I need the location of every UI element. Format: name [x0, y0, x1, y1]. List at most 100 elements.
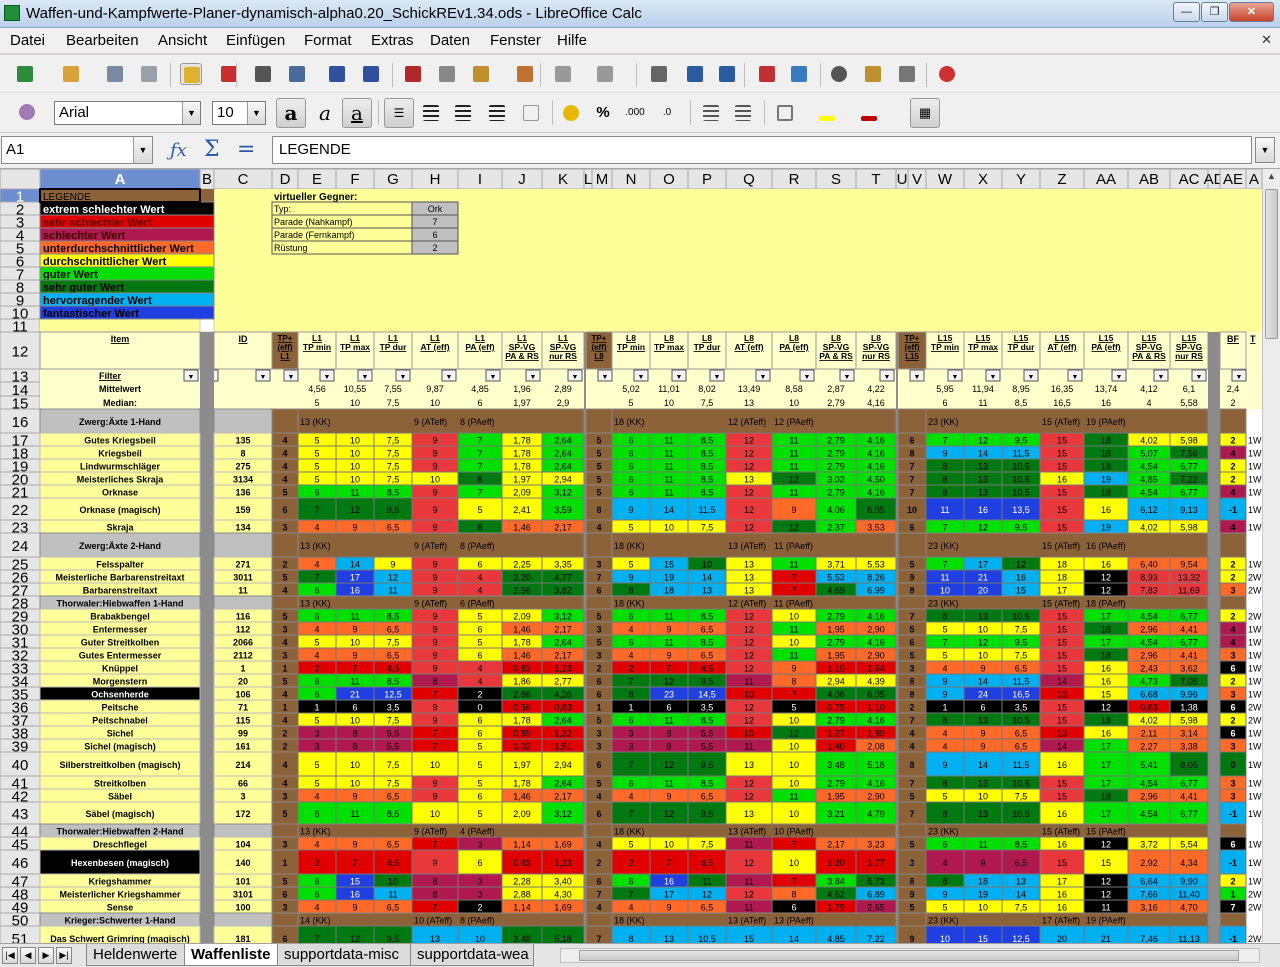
scroll-up-icon[interactable]: ▲: [1265, 171, 1278, 185]
column-header-label[interactable]: F: [350, 171, 359, 188]
insert-chart-icon[interactable]: [756, 63, 778, 85]
column-header-label[interactable]: A: [115, 171, 126, 188]
font-size-box[interactable]: 10 ▼: [212, 101, 266, 125]
item-header[interactable]: Item: [111, 334, 130, 344]
column-header-label[interactable]: Y: [1016, 171, 1026, 188]
copy-icon[interactable]: [436, 63, 458, 85]
formula-input[interactable]: LEGENDE: [272, 136, 1252, 164]
level-header[interactable]: TP max: [968, 342, 998, 352]
tp-eff-header[interactable]: TP+: [592, 334, 607, 343]
level-header[interactable]: TP dur: [380, 342, 407, 352]
scroll-thumb[interactable]: [579, 950, 1239, 961]
font-name-box[interactable]: Arial ▼: [54, 101, 201, 125]
column-header-label[interactable]: R: [789, 171, 800, 188]
underline-button[interactable]: a: [342, 98, 372, 128]
merge-cells-icon[interactable]: [520, 102, 542, 124]
pivot-table-icon[interactable]: [788, 63, 810, 85]
level-header[interactable]: PA (eff): [779, 342, 808, 352]
print-icon[interactable]: [252, 63, 274, 85]
prev-sheet-icon[interactable]: ◀: [20, 947, 36, 964]
close-button[interactable]: ✕: [1229, 2, 1274, 22]
column-header-label[interactable]: U: [897, 171, 908, 188]
column-header-label[interactable]: Z: [1057, 171, 1066, 188]
column-header-label[interactable]: W: [938, 171, 953, 188]
column-header-label[interactable]: K: [558, 171, 568, 188]
undo-icon[interactable]: [552, 63, 574, 85]
print-preview-icon[interactable]: [286, 63, 308, 85]
level-header[interactable]: nur RS: [549, 351, 577, 361]
close-document-icon[interactable]: ✕: [1261, 32, 1272, 48]
email-icon[interactable]: [138, 63, 160, 85]
level-header[interactable]: nur RS: [862, 351, 890, 361]
function-wizard-icon[interactable]: ƒx: [170, 140, 187, 161]
toggle-grid-button[interactable]: ▦: [910, 98, 940, 128]
column-header-label[interactable]: I: [478, 171, 482, 188]
column-header-label[interactable]: J: [518, 171, 526, 188]
sum-icon[interactable]: Σ: [204, 137, 220, 162]
add-decimal-icon[interactable]: .000: [624, 102, 646, 124]
help-icon[interactable]: [936, 63, 958, 85]
level-header[interactable]: TP min: [931, 342, 959, 352]
level-header[interactable]: TP max: [340, 342, 370, 352]
sort-ascending-icon[interactable]: [684, 63, 706, 85]
column-header-label[interactable]: AB: [1139, 171, 1159, 188]
sort-descending-icon[interactable]: [716, 63, 738, 85]
sheet-tab-supportdata-wea[interactable]: supportdata-wea: [410, 944, 534, 966]
column-header-label[interactable]: L: [584, 171, 592, 188]
align-center-icon[interactable]: [420, 102, 442, 124]
tp-eff-header[interactable]: TP+: [905, 334, 920, 343]
menu-fenster[interactable]: Fenster: [490, 32, 541, 49]
borders-icon[interactable]: [774, 102, 796, 124]
level-header[interactable]: AT (eff): [420, 342, 449, 352]
decrease-indent-icon[interactable]: [700, 102, 722, 124]
level-header[interactable]: PA & RS: [1132, 351, 1166, 361]
gallery-icon[interactable]: [862, 63, 884, 85]
column-header-label[interactable]: T: [871, 171, 880, 188]
italic-button[interactable]: a: [310, 98, 340, 128]
justify-icon[interactable]: [486, 102, 508, 124]
menu-bearbeiten[interactable]: Bearbeiten: [66, 32, 139, 49]
save-icon[interactable]: [104, 63, 126, 85]
level-header[interactable]: TP min: [617, 342, 645, 352]
menu-extras[interactable]: Extras: [371, 32, 414, 49]
styles-icon[interactable]: [16, 101, 38, 123]
level-header[interactable]: TP dur: [1008, 342, 1035, 352]
autospell-icon[interactable]: [360, 63, 382, 85]
level-header[interactable]: TP min: [303, 342, 331, 352]
column-header-label[interactable]: H: [430, 171, 441, 188]
chevron-down-icon[interactable]: ▼: [133, 137, 152, 163]
column-header-label[interactable]: D: [280, 171, 291, 188]
last-sheet-icon[interactable]: ▶|: [56, 947, 72, 964]
level-header[interactable]: PA (eff): [465, 342, 494, 352]
level-header[interactable]: nur RS: [1175, 351, 1203, 361]
id-header[interactable]: ID: [239, 334, 249, 344]
tp-eff-header[interactable]: (eff): [904, 343, 919, 352]
grid-canvas[interactable]: A B C D E F G H I J K L M N O P Q R S T U V W X Y Z AA AB AC ADAE A123…: [0, 169, 1262, 943]
align-left-button[interactable]: ☰: [384, 98, 414, 128]
increase-indent-icon[interactable]: [732, 102, 754, 124]
first-sheet-icon[interactable]: |◀: [2, 947, 18, 964]
percent-icon[interactable]: %: [592, 102, 614, 124]
tp-eff-header-level[interactable]: L8: [594, 352, 604, 361]
maximize-button[interactable]: ❐: [1201, 2, 1228, 22]
chevron-down-icon[interactable]: ▼: [247, 102, 265, 124]
level-header[interactable]: PA & RS: [505, 351, 539, 361]
column-header-label[interactable]: B: [202, 171, 212, 188]
sheet-tab-heldenwerte[interactable]: Heldenwerte: [86, 944, 187, 966]
column-header-label[interactable]: P: [702, 171, 712, 188]
column-header-label[interactable]: G: [387, 171, 399, 188]
menu-format[interactable]: Format: [304, 32, 352, 49]
chevron-down-icon[interactable]: ▼: [182, 102, 200, 124]
align-right-icon[interactable]: [452, 102, 474, 124]
paste-icon[interactable]: [470, 63, 492, 85]
hyperlink-icon[interactable]: [648, 63, 670, 85]
column-header-label[interactable]: X: [978, 171, 988, 188]
cut-icon[interactable]: [402, 63, 424, 85]
background-color-icon[interactable]: [816, 102, 838, 124]
open-icon[interactable]: [60, 63, 82, 85]
name-box[interactable]: A1 ▼: [1, 136, 153, 164]
next-sheet-icon[interactable]: ▶: [38, 947, 54, 964]
column-header-label[interactable]: S: [831, 171, 841, 188]
delete-decimal-icon[interactable]: .0: [656, 102, 678, 124]
column-header-label[interactable]: A: [1249, 171, 1259, 188]
